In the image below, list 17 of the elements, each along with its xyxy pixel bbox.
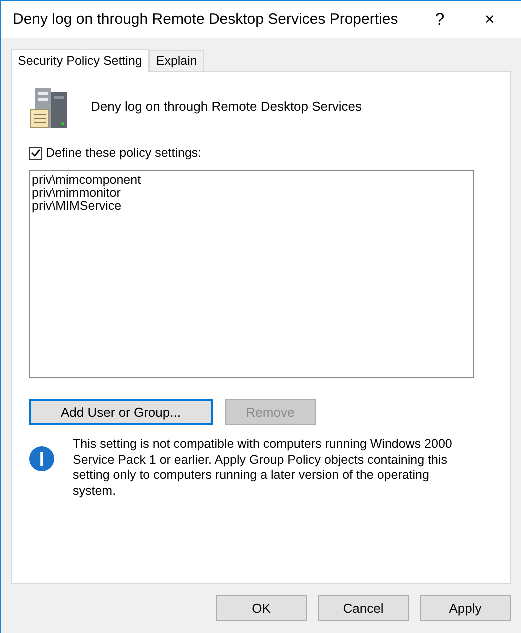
info-icon	[29, 446, 55, 472]
add-button[interactable]: Add User or Group...	[29, 399, 213, 425]
account-item[interactable]: priv\mimmonitor	[32, 187, 471, 200]
checkbox-label: Define these policy settings:	[46, 146, 202, 160]
info-text: This setting is not compatible with computers running Windows 2000 Service Pack 1 or earlier. Apply Group Policy objects containing this setting only to computers running a later version of the operating system.	[73, 437, 454, 499]
policy-name: Deny log on through Remote Desktop Services	[91, 99, 362, 114]
tab[interactable]: Explain	[149, 50, 204, 71]
window-title: Deny log on through Remote Desktop Services Properties	[13, 11, 400, 28]
help-button[interactable]: ?	[417, 1, 463, 38]
apply-button[interactable]: Apply	[420, 595, 511, 621]
close-button[interactable]: ×	[467, 1, 513, 38]
account-item[interactable]: priv\MIMService	[32, 200, 471, 213]
tab[interactable]: Security Policy Setting	[11, 49, 150, 72]
define-checkbox[interactable]	[29, 146, 42, 160]
ok-button[interactable]: OK	[216, 595, 307, 621]
account-item[interactable]: priv\mimcomponent	[32, 174, 471, 187]
cancel-button[interactable]: Cancel	[318, 595, 409, 621]
